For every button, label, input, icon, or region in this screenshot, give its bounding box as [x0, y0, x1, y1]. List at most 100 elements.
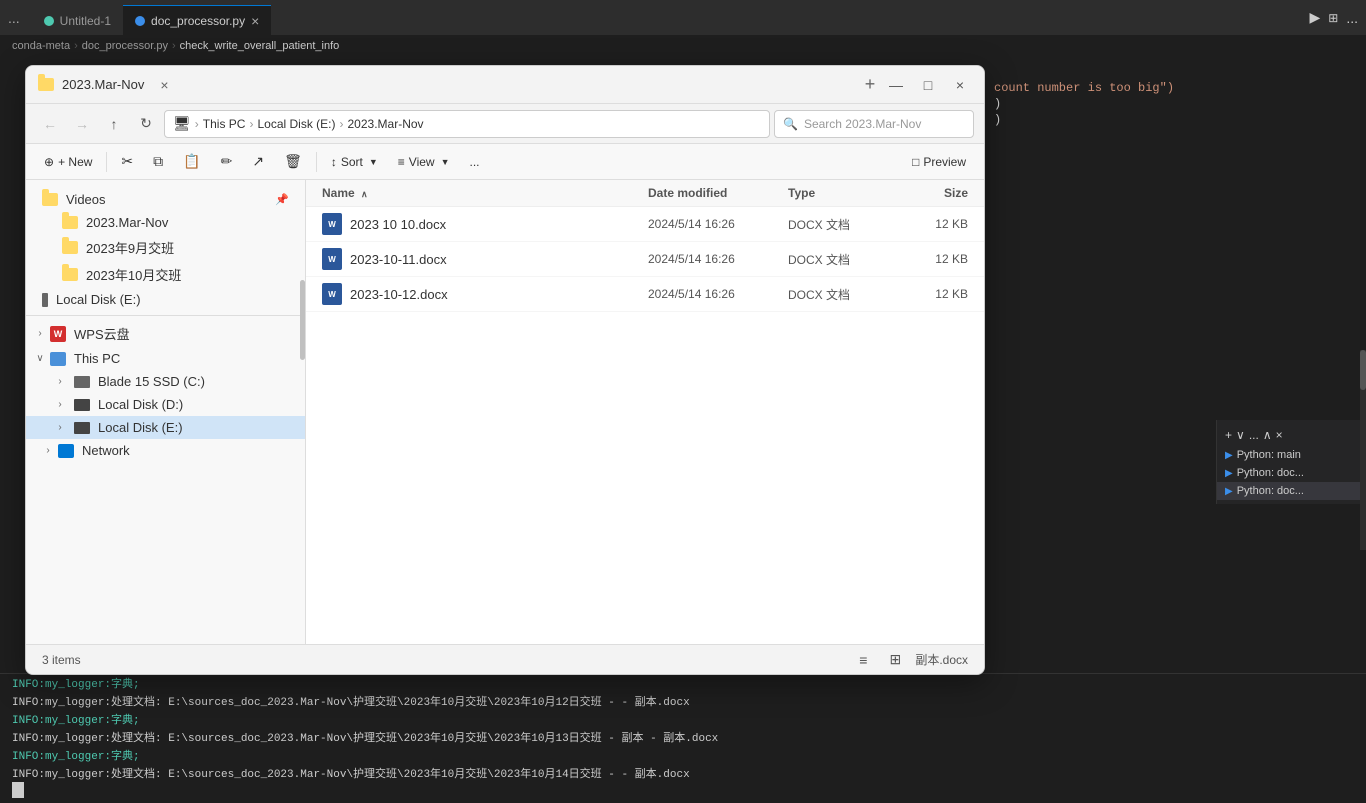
- vscode-titlebar: ... Untitled-1 doc_processor.py × ▶ ⊞ ..…: [0, 0, 1366, 35]
- file-1-name-col: W 2023-10-11.docx: [322, 248, 648, 270]
- toolbar-sort-btn[interactable]: ↕ Sort ▼: [323, 151, 386, 173]
- marnov-folder-icon: [62, 216, 78, 229]
- explorer-toolbar: ⊕ + New ✂ ⧉ 📋 ✏ ↗ 🗑 ↕ Sort ▼ ≡ Vie: [26, 144, 984, 180]
- terminal-item-3[interactable]: ▶ Python: doc...: [1217, 482, 1366, 500]
- sort-label: Sort: [341, 155, 363, 169]
- layout-icon[interactable]: ⊞: [1328, 11, 1338, 25]
- refresh-icon: ↻: [140, 115, 152, 132]
- explorer-window-controls: — □ ×: [884, 73, 972, 97]
- explorer-tab-close-btn[interactable]: ×: [160, 77, 168, 93]
- sidebar-local-d-label: Local Disk (D:): [98, 397, 183, 412]
- toolbar-delete-btn[interactable]: 🗑: [276, 149, 310, 174]
- sidebar-item-oct[interactable]: 2023年10月交班: [26, 261, 305, 288]
- toolbar-cut-btn[interactable]: ✂: [113, 149, 141, 174]
- local-d-expand-icon: ›: [54, 399, 66, 411]
- header-date-label: Date modified: [648, 186, 727, 200]
- sidebar-item-local-e[interactable]: › Local Disk (E:): [26, 416, 305, 439]
- explorer-titlebar: 2023.Mar-Nov × + — □ ×: [26, 66, 984, 104]
- toolbar-sep-1: [106, 152, 107, 172]
- sidebar-item-network[interactable]: › Network: [26, 439, 305, 462]
- statusbar-grid-view-btn[interactable]: ⊞: [883, 648, 907, 672]
- file-row-0[interactable]: W 2023 10 10.docx 2024/5/14 16:26 DOCX 文…: [306, 207, 984, 242]
- breadcrumb-part3[interactable]: check_write_overall_patient_info: [180, 40, 340, 52]
- header-name[interactable]: Name ∧: [322, 186, 648, 200]
- tab-untitled[interactable]: Untitled-1: [32, 5, 123, 35]
- sidebar-item-local-d[interactable]: › Local Disk (D:): [26, 393, 305, 416]
- toolbar-view-btn[interactable]: ≡ View ▼: [390, 151, 458, 173]
- header-type-label: Type: [788, 186, 815, 200]
- toolbar-more-btn[interactable]: ...: [462, 151, 488, 173]
- tab-doc-processor[interactable]: doc_processor.py ×: [123, 5, 271, 35]
- explorer-title-label: 2023.Mar-Nov: [62, 77, 144, 92]
- breadcrumb-part2[interactable]: doc_processor.py: [82, 40, 168, 52]
- videos-folder-icon: [42, 193, 58, 206]
- search-box[interactable]: 🔍 Search 2023.Mar-Nov: [774, 110, 974, 138]
- toolbar-preview-btn[interactable]: □ Preview: [904, 151, 974, 173]
- toolbar-new-btn[interactable]: ⊕ + New: [36, 151, 100, 173]
- statusbar-list-view-btn[interactable]: ≡: [851, 648, 875, 672]
- titlebar-more-icon[interactable]: ...: [1346, 10, 1358, 26]
- sort-chevron-icon: ▼: [369, 157, 378, 167]
- panel-v-icon: ∨: [1236, 428, 1245, 442]
- code-line-1: count number is too big"): [986, 80, 1286, 96]
- breadcrumb-part1[interactable]: conda-meta: [12, 40, 70, 52]
- drive-e-top-icon: [42, 293, 48, 307]
- explorer-title-area: 2023.Mar-Nov ×: [38, 77, 848, 93]
- toolbar-paste-btn[interactable]: 📋: [175, 149, 208, 174]
- sidebar-item-wps[interactable]: › W WPS云盘: [26, 320, 305, 347]
- nav-up-btn[interactable]: ↑: [100, 110, 128, 138]
- editor-scrollbar[interactable]: [1360, 350, 1366, 550]
- header-type[interactable]: Type: [788, 186, 888, 200]
- window-close-btn[interactable]: ×: [948, 73, 972, 97]
- sidebar-item-blade[interactable]: › Blade 15 SSD (C:): [26, 370, 305, 393]
- terminal-item-1[interactable]: ▶ Python: main: [1217, 446, 1366, 464]
- sidebar-marnov-label: 2023.Mar-Nov: [86, 215, 168, 230]
- toolbar-share-btn[interactable]: ↗: [244, 149, 272, 174]
- editor-scrollbar-thumb: [1360, 350, 1366, 390]
- toolbar-rename-btn[interactable]: ✏: [213, 149, 241, 174]
- sidebar-item-sept[interactable]: 2023年9月交班: [26, 234, 305, 261]
- network-icon: [58, 444, 74, 458]
- filelist-header: Name ∧ Date modified Type Size: [306, 180, 984, 207]
- nav-refresh-btn[interactable]: ↻: [132, 110, 160, 138]
- window-maximize-btn[interactable]: □: [916, 73, 940, 97]
- header-date[interactable]: Date modified: [648, 186, 788, 200]
- nav-back-btn[interactable]: ←: [36, 110, 64, 138]
- view-label: View: [409, 155, 435, 169]
- explorer-new-tab-btn[interactable]: +: [856, 71, 884, 99]
- sidebar-item-local-e-top[interactable]: Local Disk (E:): [26, 288, 305, 311]
- toolbar-copy-btn[interactable]: ⧉: [145, 149, 171, 174]
- wps-expand-icon: ›: [34, 328, 46, 340]
- more-icon: ...: [470, 155, 480, 169]
- sidebar-item-thispc[interactable]: ∨ This PC: [26, 347, 305, 370]
- run-icon[interactable]: ▶: [1309, 9, 1320, 26]
- terminal-item-2[interactable]: ▶ Python: doc...: [1217, 464, 1366, 482]
- file-row-2[interactable]: W 2023-10-12.docx 2024/5/14 16:26 DOCX 文…: [306, 277, 984, 312]
- file-explorer-window: 2023.Mar-Nov × + — □ × ← → ↑ ↻ 🖥 › This …: [25, 65, 985, 675]
- search-icon: 🔍: [783, 117, 798, 131]
- sidebar-scrollbar-track[interactable]: [300, 180, 305, 644]
- tab-close-btn[interactable]: ×: [251, 13, 259, 29]
- explorer-statusbar: 3 items ≡ ⊞ 副本.docx: [26, 644, 984, 674]
- panel-chevron-up-icon: ∧: [1263, 428, 1272, 442]
- breadcrumb-sep2: ›: [172, 40, 176, 52]
- address-current: 2023.Mar-Nov: [348, 117, 424, 131]
- nav-forward-btn[interactable]: →: [68, 110, 96, 138]
- header-size[interactable]: Size: [888, 186, 968, 200]
- address-bar[interactable]: 🖥 › This PC › Local Disk (E:) › 2023.Mar…: [164, 110, 770, 138]
- sept-folder-icon: [62, 241, 78, 254]
- file-1-type: DOCX 文档: [788, 251, 888, 268]
- sidebar-item-2023marnov[interactable]: 2023.Mar-Nov: [26, 211, 305, 234]
- terminal-line-1: INFO:my_logger:字典;: [0, 674, 1366, 692]
- sidebar-item-videos[interactable]: Videos 📌: [26, 188, 305, 211]
- sidebar-blade-label: Blade 15 SSD (C:): [98, 374, 205, 389]
- file-2-type: DOCX 文档: [788, 286, 888, 303]
- header-name-sort-icon: ∧: [361, 189, 368, 199]
- panel-right-toolbar[interactable]: + ∨ ... ∧ ×: [1217, 424, 1366, 446]
- window-minimize-btn[interactable]: —: [884, 73, 908, 97]
- sort-icon: ↕: [331, 155, 337, 169]
- sidebar-videos-label: Videos: [66, 192, 106, 207]
- header-name-label: Name: [322, 186, 355, 200]
- file-0-date: 2024/5/14 16:26: [648, 217, 788, 231]
- file-row-1[interactable]: W 2023-10-11.docx 2024/5/14 16:26 DOCX 文…: [306, 242, 984, 277]
